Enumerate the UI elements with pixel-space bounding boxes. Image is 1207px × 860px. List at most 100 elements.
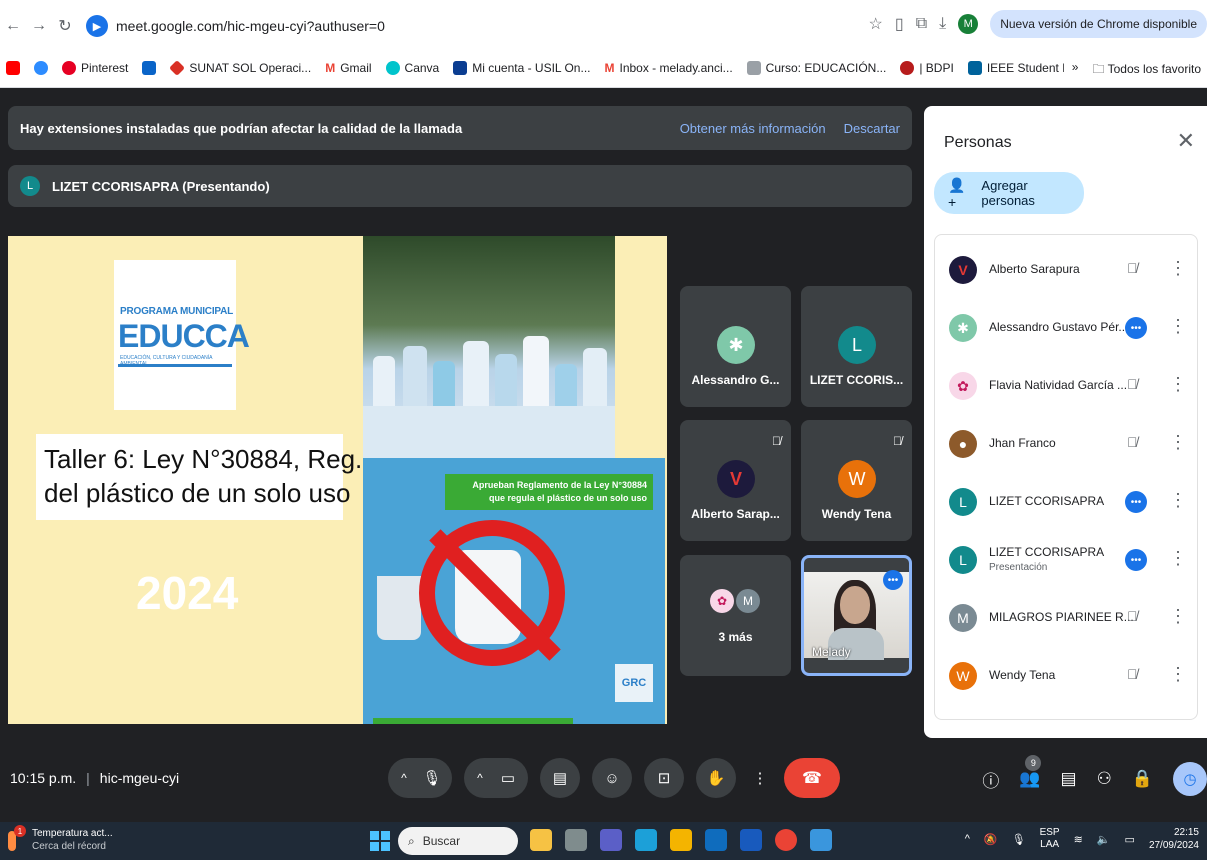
participant-tile-alberto[interactable]: 🎙̸ V Alberto Sarap... <box>680 420 791 541</box>
task-view-icon[interactable] <box>565 829 587 851</box>
bookmark-item-2[interactable]: SUNAT SOL Operaci... <box>169 60 311 76</box>
captions-button[interactable]: ▤ <box>540 758 580 798</box>
url-text[interactable]: meet.google.com/hic-mgeu-cyi?authuser=0 <box>116 18 385 34</box>
host-controls-icon[interactable]: 🔒 <box>1132 769 1153 789</box>
language-line-1: ESP <box>1039 827 1060 838</box>
learn-more-link[interactable]: Obtener más información <box>680 121 826 136</box>
store-icon[interactable] <box>705 829 727 851</box>
taskbar-clock[interactable]: 22:15 27/09/2024 <box>1149 826 1199 852</box>
mic-options-chevron-icon[interactable]: ^ <box>392 771 416 785</box>
bookmark-star-icon[interactable]: ☆ <box>869 14 883 34</box>
participant-tile-lizet[interactable]: L LIZET CCORIS... <box>801 286 912 407</box>
clock-date: 27/09/2024 <box>1148 840 1199 851</box>
add-people-button[interactable]: 👤+ Agregar personas <box>934 172 1084 214</box>
bookmark-item-5[interactable]: Mi cuenta - USIL On... <box>453 61 590 75</box>
banner-text: Hay extensiones instaladas que podrían a… <box>20 120 463 136</box>
tray-overflow-icon[interactable]: ^ <box>965 833 970 845</box>
battery-icon[interactable]: ▭ <box>1125 833 1135 846</box>
raise-hand-button[interactable]: ✋ <box>696 758 736 798</box>
timer-button[interactable]: ◷ <box>1173 762 1207 796</box>
bookmark-item-8[interactable]: | BDPI <box>900 61 954 75</box>
more-options-icon[interactable]: ⋮ <box>1169 316 1187 337</box>
more-options-icon[interactable]: ⋮ <box>1169 664 1187 685</box>
presenting-label: LIZET CCORISAPRA (Presentando) <box>52 178 270 194</box>
extensions-icon[interactable]: ⧉ <box>916 15 927 33</box>
emoji-button[interactable]: ☺ <box>592 758 632 798</box>
more-options-icon[interactable]: ⋮ <box>1169 606 1187 627</box>
word-icon[interactable] <box>740 829 762 851</box>
list-item[interactable]: M MILAGROS PIARINEE R... 🎙̸ ⋮ <box>935 589 1197 647</box>
back-icon[interactable]: ← <box>0 17 26 35</box>
list-item[interactable]: L LIZET CCORISAPRA Presentación ••• ⋮ <box>935 531 1197 589</box>
monkey-avatar-icon: ● <box>949 430 977 458</box>
all-bookmarks-button[interactable]: 🗀 Todos los favorito <box>1092 60 1201 81</box>
bookmark-zoom[interactable] <box>34 61 48 75</box>
forward-icon[interactable]: → <box>26 17 52 35</box>
widgets-app-icon[interactable] <box>530 829 552 851</box>
usil-icon <box>453 61 468 75</box>
bookmark-item-0[interactable]: Pinterest <box>62 61 128 75</box>
more-options-icon[interactable]: ⋮ <box>1169 258 1187 279</box>
language-indicator[interactable]: ESP LAA <box>1040 827 1060 851</box>
participant-tile-more[interactable]: ✿ M 3 más <box>680 555 791 676</box>
profile-avatar[interactable]: M <box>958 14 979 34</box>
tile-name: 3 más <box>718 630 753 644</box>
microphone-icon[interactable]: 🎙 <box>416 769 448 787</box>
youtube-icon <box>6 61 20 75</box>
end-call-button[interactable]: ☎ <box>784 758 840 798</box>
people-button[interactable]: 9 👥 <box>1019 755 1042 789</box>
participants-list[interactable]: V Alberto Sarapura 🎙̸ ⋮ ✱ Alessandro Gus… <box>934 234 1198 720</box>
more-options-button[interactable]: ⋮ <box>748 758 772 798</box>
windows-start-icon[interactable] <box>370 831 390 851</box>
flower-avatar-icon: ✿ <box>949 372 977 400</box>
self-view-tile[interactable]: ••• Melady <box>801 555 912 676</box>
volume-icon[interactable]: 🔈 <box>1097 833 1111 846</box>
more-options-icon[interactable]: ⋮ <box>1169 374 1187 395</box>
file-explorer-icon[interactable] <box>670 829 692 851</box>
reading-mode-icon[interactable]: ▯ <box>895 14 904 34</box>
more-options-icon[interactable]: ⋮ <box>1169 490 1187 511</box>
chat-icon[interactable]: ▤ <box>1061 769 1077 789</box>
participant-tile-alessandro[interactable]: ✱ Alessandro G... <box>680 286 791 407</box>
search-label: Buscar <box>422 834 461 848</box>
wifi-icon[interactable]: ≋ <box>1074 833 1083 846</box>
bookmark-item-3[interactable]: M Gmail <box>325 61 371 75</box>
mic-tray-icon[interactable]: 🎙 <box>1012 833 1026 846</box>
weather-widget[interactable]: 1 Temperatura act... Cerca del récord <box>8 825 113 853</box>
dismiss-button[interactable]: Descartar <box>844 121 900 136</box>
list-item[interactable]: W Wendy Tena 🎙̸ ⋮ <box>935 647 1197 705</box>
bookmark-youtube[interactable] <box>6 61 20 75</box>
participant-name: Alberto Sarapura <box>989 262 1080 276</box>
present-button[interactable]: ⊡ <box>644 758 684 798</box>
activities-icon[interactable]: ⚇ <box>1097 769 1112 789</box>
bookmark-item-7[interactable]: Curso: EDUCACIÓN... <box>746 61 886 75</box>
participant-tile-wendy[interactable]: 🎙̸ W Wendy Tena <box>801 420 912 541</box>
more-options-icon[interactable]: ⋮ <box>1169 548 1187 569</box>
camera-options-chevron-icon[interactable]: ^ <box>468 771 492 785</box>
list-item[interactable]: L LIZET CCORISAPRA ••• ⋮ <box>935 473 1197 531</box>
bookmark-item-1[interactable] <box>142 61 157 75</box>
info-icon[interactable]: ⓘ <box>982 767 999 792</box>
tile-options-icon[interactable]: ••• <box>883 570 903 590</box>
more-options-icon[interactable]: ⋮ <box>1169 432 1187 453</box>
bookmark-item-6[interactable]: M Inbox - melady.anci... <box>604 61 732 75</box>
camera-icon[interactable]: ▭ <box>492 769 524 787</box>
chrome-icon[interactable] <box>775 829 797 851</box>
list-item[interactable]: ✿ Flavia Natividad García ... 🎙̸ ⋮ <box>935 357 1197 415</box>
notifications-off-icon[interactable]: 🔕 <box>984 833 998 846</box>
bookmark-item-4[interactable]: Canva <box>385 61 439 75</box>
bookmarks-overflow-button[interactable]: » <box>1072 60 1079 81</box>
close-icon[interactable]: ✕ <box>1177 128 1195 154</box>
reload-icon[interactable]: ↻ <box>52 16 78 36</box>
list-item[interactable]: V Alberto Sarapura 🎙̸ ⋮ <box>935 241 1197 299</box>
chrome-update-button[interactable]: Nueva versión de Chrome disponible <box>990 10 1207 38</box>
address-bar[interactable]: ▶ meet.google.com/hic-mgeu-cyi?authuser=… <box>86 8 385 44</box>
list-item[interactable]: ● Jhan Franco 🎙̸ ⋮ <box>935 415 1197 473</box>
photos-icon[interactable] <box>810 829 832 851</box>
teams-icon[interactable] <box>600 829 622 851</box>
taskbar-search[interactable]: ⌕ Buscar <box>398 827 518 855</box>
list-item[interactable]: ✱ Alessandro Gustavo Pér... ••• ⋮ <box>935 299 1197 357</box>
copilot-icon[interactable] <box>635 829 657 851</box>
bookmarks-bar: Pinterest SUNAT SOL Operaci... M Gmail Ca… <box>0 52 1207 84</box>
downloads-icon[interactable]: ⤓ <box>939 15 946 33</box>
